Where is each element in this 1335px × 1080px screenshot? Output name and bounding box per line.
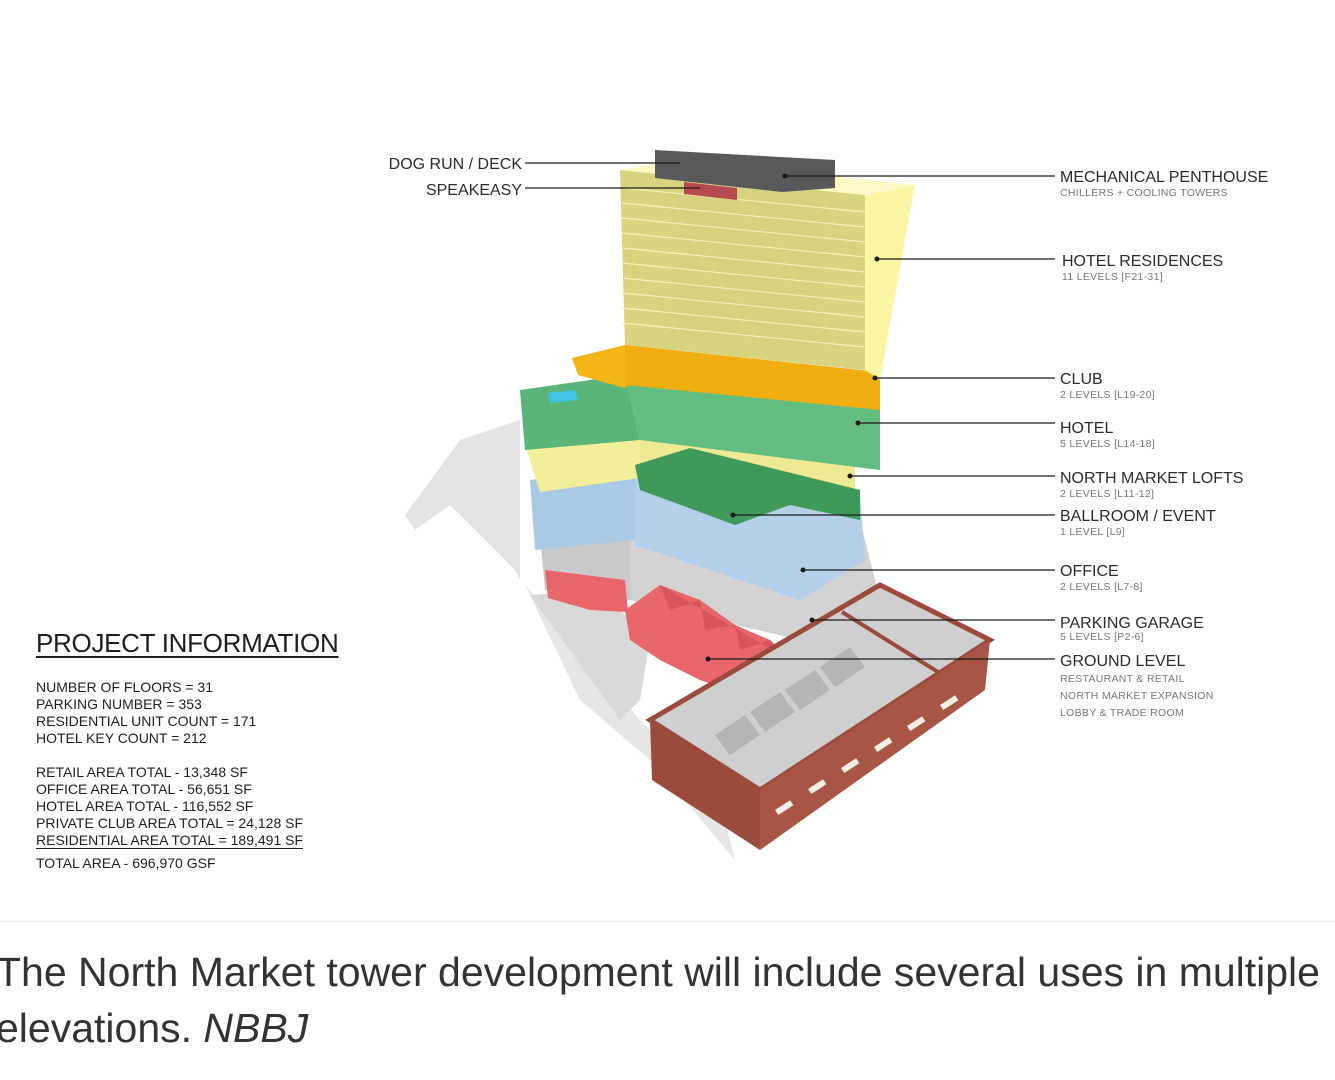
residences-side (865, 185, 915, 380)
residential-unit-count: RESIDENTIAL UNIT COUNT = 171 (36, 713, 257, 729)
sub-ground-level-2: NORTH MARKET EXPANSION (1060, 690, 1214, 702)
sub-ground-level-1: RESTAURANT & RETAIL (1060, 673, 1185, 685)
sub-north-market-lofts: 2 LEVELS [L11-12] (1060, 488, 1154, 500)
label-north-market-lofts: NORTH MARKET LOFTS (1060, 470, 1243, 487)
residential-area: RESIDENTIAL AREA TOTAL = 189,491 SF (36, 832, 304, 849)
label-club: CLUB (1060, 371, 1103, 388)
caption-credit: NBBJ (203, 1005, 309, 1051)
label-ballroom-event: BALLROOM / EVENT (1060, 508, 1216, 525)
sub-hotel-residences: 11 LEVELS [F21-31] (1062, 271, 1163, 283)
sub-mechanical-penthouse: CHILLERS + COOLING TOWERS (1060, 187, 1228, 199)
label-mechanical-penthouse: MECHANICAL PENTHOUSE (1060, 169, 1268, 186)
private-club-area: PRIVATE CLUB AREA TOTAL = 24,128 SF (36, 815, 304, 831)
caption-divider (0, 921, 1335, 922)
retail-area: RETAIL AREA TOTAL - 13,348 SF (36, 764, 248, 780)
hotel-area: HOTEL AREA TOTAL - 116,552 SF (36, 798, 254, 814)
label-ground-level: GROUND LEVEL (1060, 653, 1185, 670)
caption-text: The North Market tower development will … (0, 949, 1320, 1051)
label-hotel-residences: HOTEL RESIDENCES (1062, 253, 1223, 270)
ground-shadow (405, 420, 525, 590)
office-area: OFFICE AREA TOTAL - 56,651 SF (36, 781, 252, 797)
label-hotel: HOTEL (1060, 420, 1113, 437)
project-areas: RETAIL AREA TOTAL - 13,348 SF OFFICE ARE… (36, 764, 366, 872)
label-parking-garage: PARKING GARAGE (1060, 615, 1204, 632)
image-caption: The North Market tower development will … (0, 944, 1326, 1056)
sub-ground-level-3: LOBBY & TRADE ROOM (1060, 707, 1184, 719)
sub-hotel: 5 LEVELS [L14-18] (1060, 438, 1155, 450)
sub-parking-garage: 5 LEVELS [P2-6] (1060, 631, 1144, 643)
hotel-key-count: HOTEL KEY COUNT = 212 (36, 730, 207, 746)
total-area: TOTAL AREA - 696,970 GSF (36, 855, 216, 871)
label-office: OFFICE (1060, 563, 1119, 580)
project-information-title: PROJECT INFORMATION (36, 628, 339, 658)
project-counts: NUMBER OF FLOORS = 31 PARKING NUMBER = 3… (36, 679, 366, 747)
parking-count: PARKING NUMBER = 353 (36, 696, 202, 712)
label-dog-run: DOG RUN / DECK (389, 156, 523, 173)
floors-count: NUMBER OF FLOORS = 31 (36, 679, 213, 695)
sub-club: 2 LEVELS [L19-20] (1060, 389, 1155, 401)
label-speakeasy: SPEAKEASY (426, 182, 522, 199)
sub-ballroom-event: 1 LEVEL [L9] (1060, 526, 1125, 538)
sub-office: 2 LEVELS [L7-8] (1060, 581, 1143, 593)
project-information-panel: PROJECT INFORMATION NUMBER OF FLOORS = 3… (36, 628, 366, 872)
